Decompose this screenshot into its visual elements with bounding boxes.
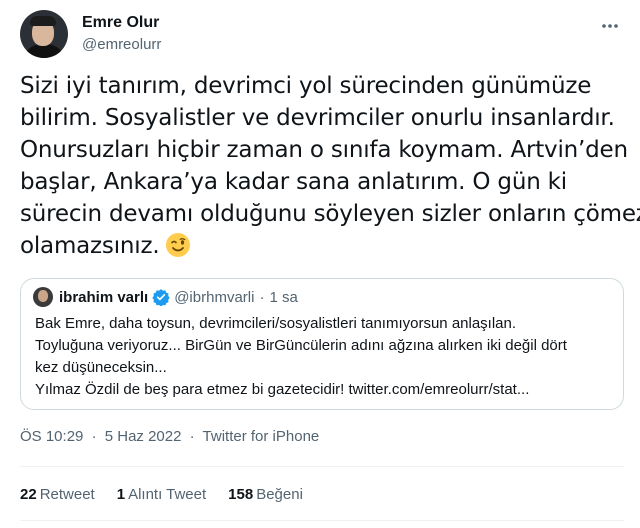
tweet-line: Onursuzları hiçbir zaman o sınıfa koymam…: [20, 137, 628, 163]
quoted-tweet-header: ibrahim varlı @ibrhmvarli · 1 sa: [33, 287, 298, 307]
tweet-line: başlar, Ankara’ya kadar sana anlatırım. …: [20, 169, 567, 195]
tweet-source[interactable]: Twitter for iPhone: [203, 428, 320, 445]
tweet-metadata: ÖS 10:29 · 5 Haz 2022 · Twitter for iPho…: [20, 428, 319, 445]
divider: [20, 520, 624, 521]
separator-dot: ·: [91, 428, 97, 445]
tweet-time[interactable]: ÖS 10:29: [20, 428, 83, 445]
quoted-author-display-name: ibrahim varlı: [59, 288, 149, 306]
author-avatar[interactable]: [20, 10, 68, 58]
tweet-stats: 22 Retweet 1 Alıntı Tweet 158 Beğeni: [20, 486, 303, 503]
quote-label: Alıntı Tweet: [128, 486, 207, 503]
retweet-count[interactable]: 22 Retweet: [20, 486, 95, 503]
quoted-line: Toyluğuna veriyoruz... BirGün ve BirGünc…: [35, 337, 567, 354]
separator-dot: ·: [259, 288, 265, 306]
quoted-author-avatar: [33, 287, 53, 307]
winking-face-icon: [165, 232, 191, 258]
quoted-line: Bak Emre, daha toysun, devrimcileri/sosy…: [35, 315, 517, 332]
tweet-line: olamazsınız.: [20, 233, 160, 259]
tweet-date[interactable]: 5 Haz 2022: [105, 428, 182, 445]
like-count-value: 158: [228, 486, 254, 503]
tweet-line: bilirim. Sosyalistler ve devrimciler onu…: [20, 105, 615, 131]
quoted-author-handle: @ibrhmvarli: [174, 288, 255, 306]
author-handle[interactable]: @emreolurr: [82, 36, 161, 53]
quoted-line[interactable]: Yılmaz Özdil de beş para etmez bi gazete…: [35, 379, 615, 401]
tweet-line: Sizi iyi tanırım, devrimci yol sürecinde…: [20, 73, 592, 99]
quoted-tweet[interactable]: ibrahim varlı @ibrhmvarli · 1 sa Bak Emr…: [20, 278, 624, 410]
separator-dot: ·: [189, 428, 195, 445]
divider: [20, 466, 624, 467]
more-options-icon[interactable]: [598, 14, 622, 38]
quoted-tweet-text: Bak Emre, daha toysun, devrimcileri/sosy…: [35, 313, 615, 401]
tweet-header: Emre Olur @emreolurr: [16, 10, 624, 62]
retweet-count-value: 22: [20, 486, 37, 503]
retweet-label: Retweet: [39, 486, 95, 503]
quoted-tweet-time[interactable]: 1 sa: [269, 289, 297, 306]
quoted-line: kez düşüneceksin...: [35, 359, 167, 376]
tweet-text: Sizi iyi tanırım, devrimci yol sürecinde…: [20, 70, 640, 262]
tweet-last-line: olamazsınız.: [20, 230, 620, 262]
quote-tweet-count[interactable]: 1 Alıntı Tweet: [117, 486, 206, 503]
tweet-line: sürecin devamı olduğunu söyleyen sizler …: [20, 201, 640, 227]
like-label: Beğeni: [256, 486, 303, 503]
verified-badge-icon: [152, 288, 170, 307]
author-display-name[interactable]: Emre Olur: [82, 14, 159, 32]
like-count[interactable]: 158 Beğeni: [228, 486, 303, 503]
quote-count-value: 1: [116, 486, 126, 503]
